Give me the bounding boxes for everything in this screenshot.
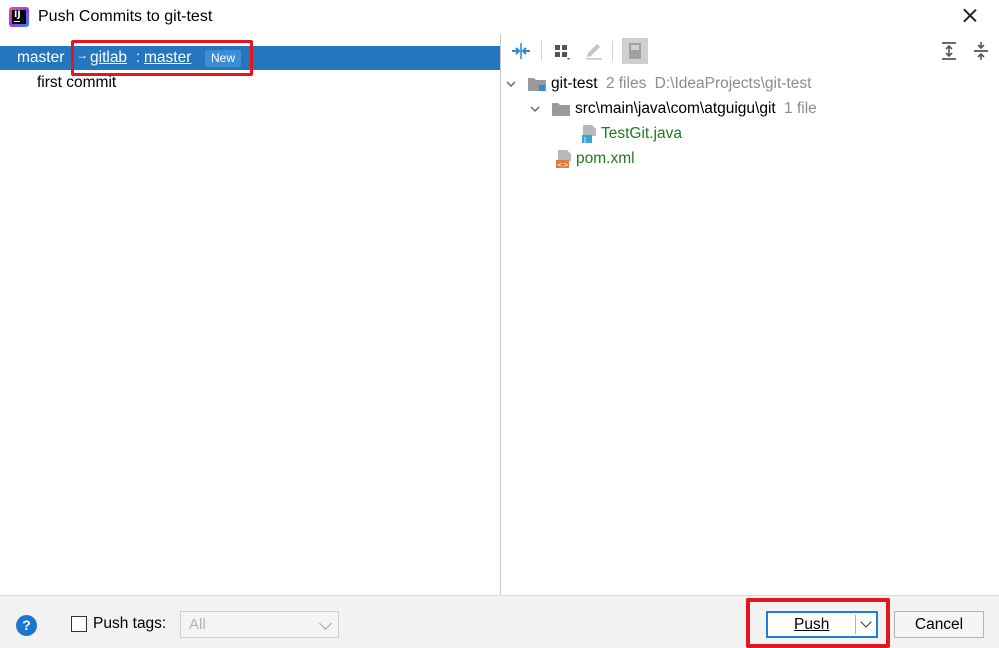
- tree-root-path: D:\IdeaProjects\git-test: [654, 75, 812, 92]
- tree-file-label: pom.xml: [576, 150, 635, 167]
- expand-all-icon[interactable]: [937, 39, 961, 63]
- push-tags-checkbox[interactable]: [71, 616, 87, 632]
- dialog-footer: ? Push tags: All Push Cancel: [0, 595, 999, 648]
- commit-item[interactable]: first commit: [37, 74, 116, 92]
- tags-select[interactable]: All: [180, 611, 339, 638]
- tree-file-label: TestGit.java: [601, 125, 682, 142]
- cancel-button[interactable]: Cancel: [894, 611, 984, 638]
- chevron-down-icon[interactable]: [505, 77, 517, 89]
- folder-icon: [551, 100, 571, 123]
- chevron-down-icon: [319, 617, 332, 630]
- collapse-all-icon[interactable]: [969, 39, 993, 63]
- xml-file-icon: <>: [554, 149, 574, 174]
- push-button-label: Push: [794, 616, 830, 633]
- java-file-icon: J: [579, 124, 599, 149]
- merge-arrows-icon[interactable]: [509, 39, 533, 63]
- svg-text:J: J: [583, 136, 586, 144]
- highlight-box-branch: [71, 40, 253, 76]
- commits-panel: master → gitlab : master New first commi…: [0, 34, 500, 595]
- tree-folder-label: src\main\java\com\atguigu\git: [575, 100, 776, 117]
- group-by-icon[interactable]: [551, 39, 575, 63]
- module-folder-icon: [527, 75, 547, 98]
- chevron-down-icon[interactable]: [529, 102, 541, 114]
- tree-folder-count: 1 file: [784, 100, 817, 117]
- tree-root-label: git-test: [551, 75, 598, 92]
- edit-icon[interactable]: [582, 39, 606, 63]
- cancel-button-label: Cancel: [914, 616, 964, 633]
- title-bar: IJ Push Commits to git-test: [0, 0, 999, 34]
- push-options-chevron-icon[interactable]: [860, 616, 872, 628]
- push-tags-label[interactable]: Push tags:: [93, 615, 166, 633]
- intellij-app-icon: IJ: [9, 7, 29, 27]
- svg-text:<>: <>: [557, 161, 569, 169]
- close-icon[interactable]: [958, 4, 982, 28]
- preview-icon[interactable]: [622, 38, 648, 64]
- push-button[interactable]: Push: [766, 611, 878, 638]
- tree-root-count: 2 files: [605, 75, 647, 92]
- tags-select-value: All: [189, 616, 206, 633]
- local-branch: master: [17, 49, 65, 66]
- help-icon[interactable]: ?: [16, 615, 37, 636]
- window-title: Push Commits to git-test: [38, 8, 213, 25]
- changes-panel: git-test 2 files D:\IdeaProjects\git-tes…: [501, 34, 999, 595]
